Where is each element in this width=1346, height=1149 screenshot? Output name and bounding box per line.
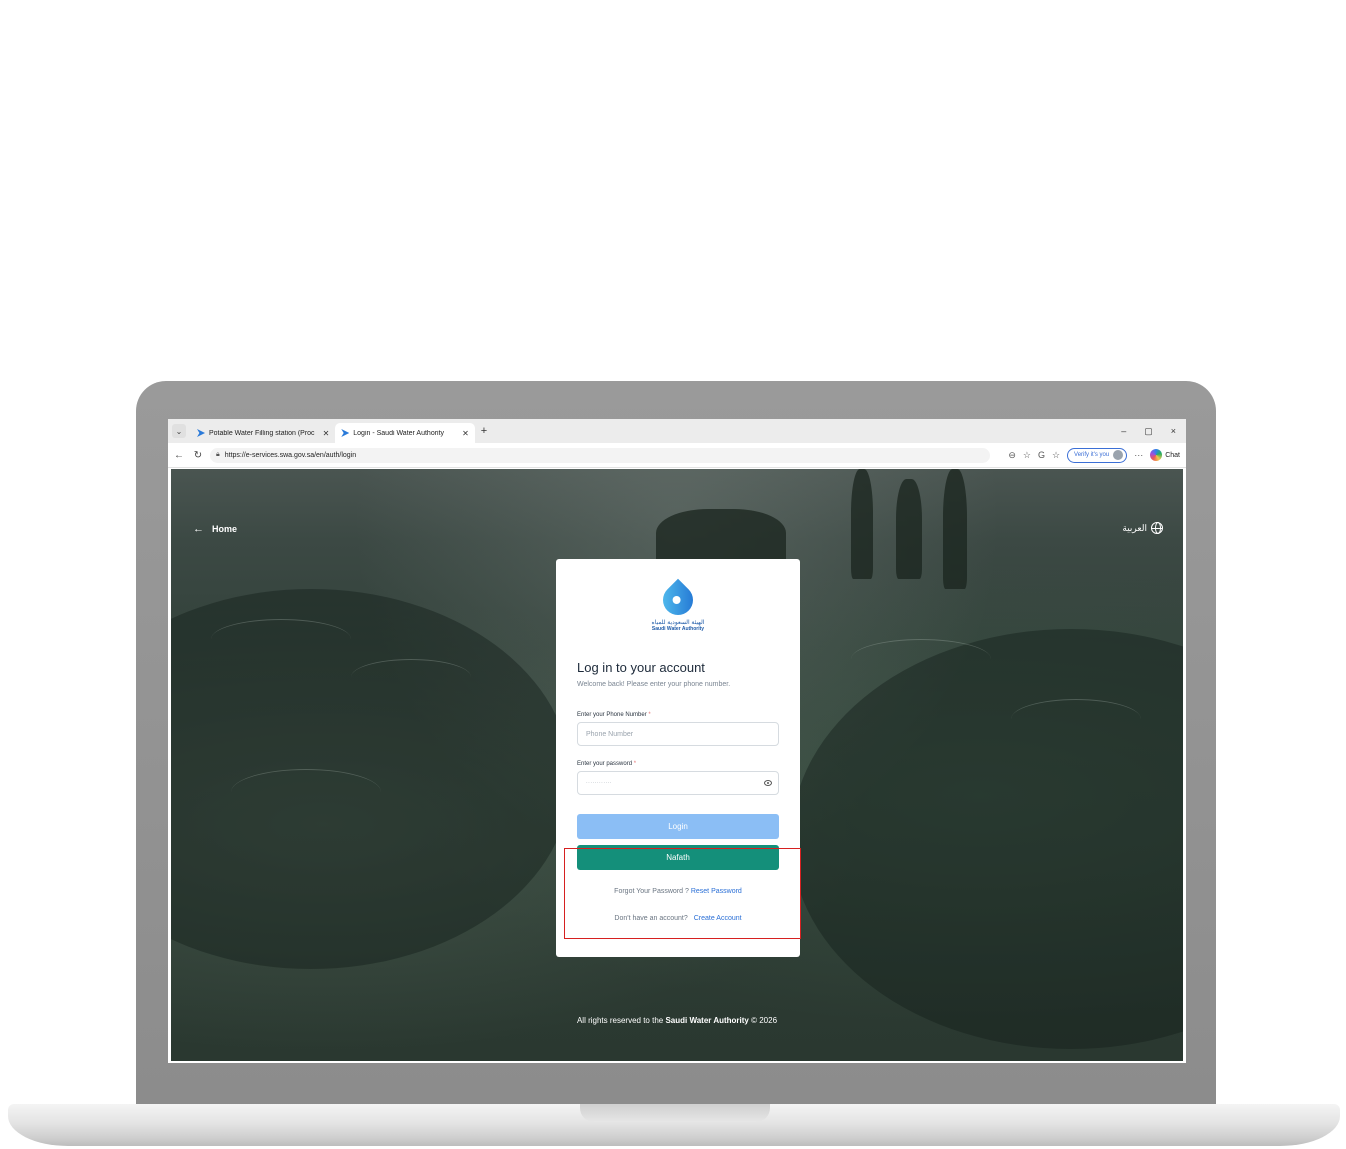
page-subtitle: Welcome back! Please enter your phone nu…	[577, 681, 731, 688]
required-marker: *	[648, 712, 651, 718]
password-masked-value: ············	[586, 780, 612, 786]
refresh-icon[interactable]: ↻	[190, 450, 206, 461]
browser-address-bar: ← ↻ 🔒︎ https://e-services.swa.gov.sa/en/…	[168, 443, 1186, 468]
window-controls: – ▢ ×	[1121, 426, 1186, 437]
signup-row: Don't have an account? Create Account	[577, 915, 779, 922]
url-input[interactable]: 🔒︎ https://e-services.swa.gov.sa/en/auth…	[210, 447, 990, 463]
tab-list-chevron-icon[interactable]: ⌄	[172, 424, 186, 438]
phone-placeholder: Phone Number	[586, 730, 634, 738]
tab-title: Login - Saudi Water Authority	[353, 429, 445, 437]
password-input[interactable]: ············	[577, 771, 779, 795]
no-account-text: Don't have an account?	[614, 915, 688, 922]
page-title: Log in to your account	[577, 660, 705, 675]
password-label-text: Enter your password	[577, 761, 633, 767]
phone-number-input[interactable]: Phone Number	[577, 722, 779, 746]
browser-tab-bar: ⌄ Potable Water Filling station (Proc ✕ …	[168, 419, 1186, 443]
login-card: الهيئة السعودية للمياه Saudi Water Autho…	[556, 559, 800, 957]
logo-text-arabic: الهيئة السعودية للمياه	[651, 620, 705, 626]
language-label: العربية	[1122, 522, 1147, 533]
more-menu-icon[interactable]: ···	[1134, 450, 1143, 460]
site-info-icon[interactable]: 🔒︎	[216, 451, 220, 459]
water-drop-logo-icon	[656, 578, 700, 622]
tab-close-icon[interactable]: ✕	[462, 429, 469, 438]
extensions-icon[interactable]: G	[1038, 450, 1045, 460]
password-label: Enter your password *	[577, 761, 779, 767]
footer-suffix: © 2026	[751, 1016, 778, 1025]
home-label: Home	[212, 524, 238, 534]
tab-potable-water[interactable]: Potable Water Filling station (Proc ✕	[191, 423, 335, 443]
forgot-password-row: Forgot Your Password ? Reset Password	[577, 888, 779, 895]
new-tab-button[interactable]: +	[481, 425, 487, 437]
sprinkler-spray	[231, 769, 381, 815]
close-window-icon[interactable]: ×	[1171, 426, 1176, 437]
phone-label: Enter your Phone Number *	[577, 712, 779, 718]
background-tree	[896, 479, 922, 579]
login-button[interactable]: Login	[577, 814, 779, 839]
back-arrow-icon: ←	[193, 523, 204, 535]
sprinkler-spray	[211, 619, 351, 659]
page-footer: All rights reserved to the Saudi Water A…	[171, 1016, 1183, 1025]
chat-label: Chat	[1165, 451, 1180, 459]
footer-prefix: All rights reserved to the	[576, 1016, 664, 1025]
home-link[interactable]: ← Home	[193, 523, 237, 535]
back-arrow-icon[interactable]: ←	[171, 450, 187, 461]
nafath-button[interactable]: Nafath	[577, 845, 779, 870]
copilot-chat-button[interactable]: Chat	[1150, 449, 1180, 461]
sprinkler-spray	[351, 659, 471, 695]
tab-close-icon[interactable]: ✕	[323, 429, 330, 438]
show-password-eye-icon[interactable]	[764, 780, 772, 786]
required-marker: *	[633, 761, 637, 767]
language-switch[interactable]: العربية	[1122, 522, 1163, 534]
favorites-icon[interactable]: ☆	[1052, 450, 1060, 461]
profile-avatar	[1113, 450, 1124, 460]
create-account-link[interactable]: Create Account	[694, 915, 742, 922]
restore-icon[interactable]: ▢	[1144, 426, 1153, 437]
tab-favicon-icon	[197, 429, 205, 437]
tab-login[interactable]: Login - Saudi Water Authority ✕	[335, 423, 475, 443]
url-text: https://e-services.swa.gov.sa/en/auth/lo…	[224, 451, 357, 459]
sprinkler-spray	[1011, 699, 1141, 739]
login-page: ← Home العربية الهيئة السعودية للمياه Sa…	[171, 469, 1183, 1061]
minimize-icon[interactable]: –	[1121, 426, 1126, 437]
verify-label: Verify it's you	[1074, 452, 1110, 458]
zoom-icon[interactable]: ⊖	[1008, 450, 1016, 461]
sprinkler-spray	[851, 639, 991, 679]
background-tree	[943, 469, 967, 589]
swa-logo: الهيئة السعودية للمياه Saudi Water Autho…	[577, 578, 779, 641]
background-field	[791, 629, 1183, 1049]
laptop-notch	[580, 1104, 770, 1122]
globe-icon	[1151, 522, 1163, 534]
address-bar-actions: ⊖ ☆ G ☆ Verify it's you ··· Chat	[1008, 447, 1186, 463]
background-tree	[851, 469, 873, 579]
verify-profile-button[interactable]: Verify it's you	[1067, 447, 1128, 463]
favorite-star-icon[interactable]: ☆	[1023, 450, 1031, 461]
phone-label-text: Enter your Phone Number	[577, 712, 647, 718]
tab-title: Potable Water Filling station (Proc	[209, 429, 315, 437]
footer-org: Saudi Water Authority	[665, 1016, 749, 1025]
tab-favicon-icon	[341, 429, 350, 437]
laptop-screen: ⌄ Potable Water Filling station (Proc ✕ …	[168, 419, 1186, 1063]
forgot-password-text: Forgot Your Password ?	[614, 888, 689, 895]
logo-text-english: Saudi Water Authority	[651, 626, 705, 632]
copilot-icon	[1150, 449, 1163, 461]
reset-password-link[interactable]: Reset Password	[691, 888, 742, 895]
